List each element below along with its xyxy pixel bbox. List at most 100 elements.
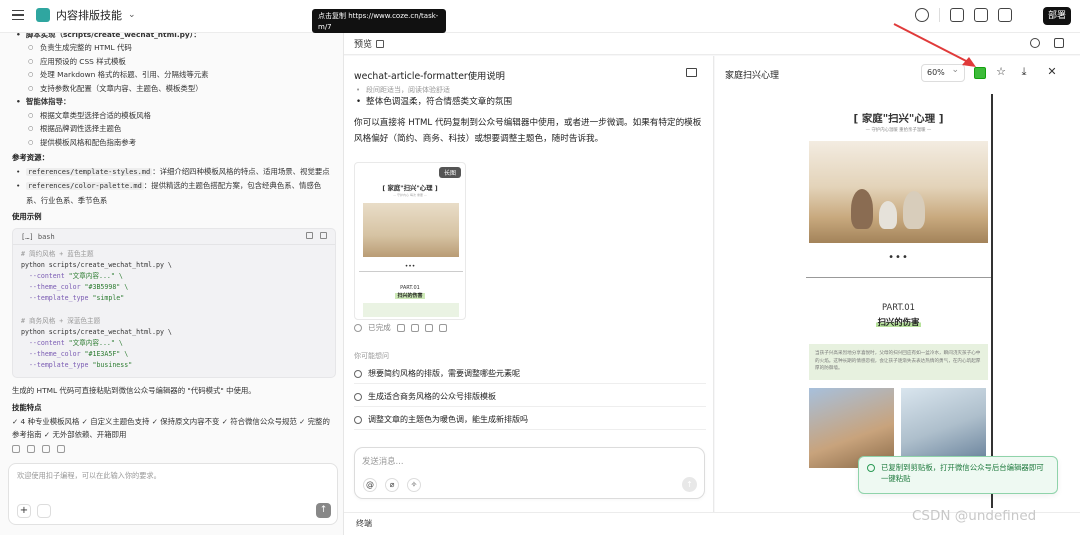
ref-text-1: ：详细介绍四种模板风格的特点、适用场景、视觉要点 <box>152 166 330 176</box>
article-part-title-text: 扫兴的伤害 <box>875 317 922 327</box>
copy-icon[interactable] <box>306 231 313 239</box>
preview-icon <box>376 39 385 48</box>
code-block-header: […] bash <box>13 229 335 245</box>
divider <box>939 8 940 22</box>
suggest-label: 你可能想问 <box>354 352 389 360</box>
scrollbar[interactable] <box>991 94 993 508</box>
deploy-button[interactable]: 部署 <box>1043 7 1071 25</box>
send-button[interactable]: ↑ <box>316 503 331 518</box>
ref-code-2: references/color-palette.md <box>26 182 144 190</box>
code-line: --template_type "simple" <box>21 294 125 303</box>
folder-icon[interactable] <box>950 8 964 22</box>
article-dots: ••• <box>888 252 909 263</box>
thumb-family-image <box>363 203 459 257</box>
chevron-down-icon[interactable]: ⌄ <box>128 10 136 20</box>
bucket-icon[interactable] <box>1054 38 1064 48</box>
top-bar: 内容排版技能 ⌄ 部署 <box>0 0 1080 33</box>
copy-icon[interactable] <box>998 8 1012 22</box>
terminal-label: 终端 <box>356 519 372 528</box>
divider <box>359 271 463 272</box>
suggestion-text: 调整文章的主题色为暖色调，能生成新排版吗 <box>368 415 528 424</box>
readme-panel: wechat-article-formatter使用说明 段间距适当，阅读体验舒… <box>344 56 714 512</box>
copy-icon[interactable] <box>424 323 433 332</box>
thumb-part-title: 扫兴的伤害 <box>355 292 465 299</box>
code-block-actions <box>306 231 327 239</box>
add-circle-icon[interactable] <box>1030 38 1040 48</box>
code-line: --content "文章内容..." \ <box>21 339 123 347</box>
ref-code-1: references/template-styles.md <box>26 167 153 176</box>
refs-heading: 参考资源： <box>12 153 49 162</box>
add-icon[interactable]: + <box>17 504 31 518</box>
figure-parent <box>903 191 925 229</box>
message-input[interactable]: 发送消息... @ ⌀ ✧ ↑ <box>354 447 705 499</box>
readme-paragraph: 你可以直接将 HTML 代码复制到公众号编辑器中使用，或者进一步微调。如果有特定… <box>354 118 702 144</box>
app-title: 内容排版技能 <box>56 9 122 22</box>
thumb-dots: ••• <box>404 263 416 270</box>
attachment-icon[interactable]: ⌀ <box>385 478 399 492</box>
thumbs-down-icon[interactable] <box>27 444 35 453</box>
tab-preview[interactable]: 预览 <box>354 37 385 50</box>
sun-icon[interactable] <box>915 8 929 22</box>
menu-icon[interactable] <box>12 8 26 22</box>
bulb-icon[interactable]: ✧ <box>407 478 421 492</box>
chat-input-placeholder: 欢迎使用扣子编程，可以在此输入你的要求。 <box>17 471 161 480</box>
chat-bubble-icon <box>354 415 362 424</box>
suggestion-text: 生成适合商务风格的公众号排版模板 <box>368 392 496 401</box>
at-icon[interactable]: @ <box>363 478 377 492</box>
tab-preview-label: 预览 <box>354 40 373 50</box>
settings-sliders-icon[interactable] <box>37 504 51 518</box>
long-image-badge: 长图 <box>438 167 461 178</box>
copy-icon[interactable] <box>42 444 50 453</box>
message-line: 根据文章类型选择合适的模板风格 <box>12 109 333 123</box>
thumbs-up-icon[interactable] <box>12 444 20 453</box>
suggestion-item[interactable]: 想要简约风格的排版，需要调整哪些元素呢 <box>354 364 706 384</box>
settings-sliders-icon[interactable] <box>974 8 988 22</box>
share-icon[interactable] <box>57 444 65 453</box>
suggestion-item[interactable]: 生成适合商务风格的公众号排版模板 <box>354 387 706 407</box>
run-icon[interactable] <box>320 231 327 239</box>
figure-child <box>879 201 897 229</box>
check-circle-icon <box>867 464 875 472</box>
thumb-part-title-text: 扫兴的伤害 <box>395 293 425 299</box>
folder-icon[interactable] <box>686 68 697 77</box>
thumb-title: [ 家庭"扫兴"心理 ] <box>382 184 438 192</box>
message-line: 应用预设的 CSS 样式模板 <box>12 55 333 69</box>
chat-input[interactable]: 欢迎使用扣子编程，可以在此输入你的要求。 + ↑ <box>8 463 338 525</box>
code-line: --theme_color "#3B5998" \ <box>21 283 129 292</box>
article-preview-panel: 家庭扫兴心理 60% ☆ ⤓ ✕ [ 家庭"扫兴"心理 ] — 守护内心温暖 重… <box>715 56 1080 512</box>
readme-body: 段间距适当，阅读体验舒适 整体色调温柔，符合情感类文章的氛围 你可以直接将 HT… <box>354 86 706 147</box>
download-icon[interactable]: ⤓ <box>1018 66 1030 78</box>
top-right-toolbar <box>915 8 1012 22</box>
code-block: […] bash # 简约风格 + 蓝色主题 python scripts/cre… <box>12 227 336 378</box>
message-actions <box>12 444 333 453</box>
zoom-select[interactable]: 60% <box>921 64 965 82</box>
suggestion-item[interactable]: 调整文章的主题色为暖色调，能生成新排版吗 <box>354 410 706 430</box>
wechat-copy-icon[interactable] <box>974 67 986 79</box>
message-line: 脚本实现（scripts/create_wechat_html.py）： <box>12 33 333 41</box>
zoom-value: 60% <box>927 68 945 77</box>
message-input-placeholder: 发送消息... <box>362 456 404 466</box>
preview-header-actions <box>1030 38 1064 48</box>
close-icon[interactable]: ✕ <box>1046 66 1058 78</box>
article-note-block: 当孩子兴高采烈地分享喜悦时，父母的扫兴回应有如一盆冷水，瞬间浇灭孩子心中的火焰。… <box>809 344 988 380</box>
star-icon[interactable]: ☆ <box>995 66 1007 78</box>
after-code-text: 生成的 HTML 代码可直接粘贴到微信公众号编辑器的 "代码模式" 中使用。 <box>12 385 256 395</box>
check-circle-icon <box>354 323 362 332</box>
suggestion-text: 想要简约风格的排版，需要调整哪些元素呢 <box>368 369 520 378</box>
message-line: 负责生成完整的 HTML 代码 <box>12 41 333 55</box>
status-text: 已完成 <box>368 323 391 332</box>
ref-item-2: references/color-palette.md：提供精选的主题色搭配方案… <box>12 179 333 207</box>
send-button[interactable]: ↑ <box>682 477 697 492</box>
article-preview-title: 家庭扫兴心理 <box>725 71 780 81</box>
message-list: 脚本实现（scripts/create_wechat_html.py）：负责生成… <box>12 33 333 149</box>
code-line: --content "文章内容..." \ <box>21 271 123 280</box>
readme-bullet-faded: 段间距适当，阅读体验舒适 <box>354 86 706 95</box>
thumbs-up-icon[interactable] <box>396 323 405 332</box>
message-line: 提供模板风格和配色指南参考 <box>12 136 333 150</box>
thumbs-down-icon[interactable] <box>410 323 419 332</box>
preview-thumbnail[interactable]: 长图 [ 家庭"扫兴"心理 ] — 守护内心 每次 重要 — ••• PART.… <box>354 162 466 320</box>
share-icon[interactable] <box>438 323 447 332</box>
thumb-note-block <box>363 303 459 317</box>
app-title-group[interactable]: 内容排版技能 ⌄ <box>12 7 136 23</box>
